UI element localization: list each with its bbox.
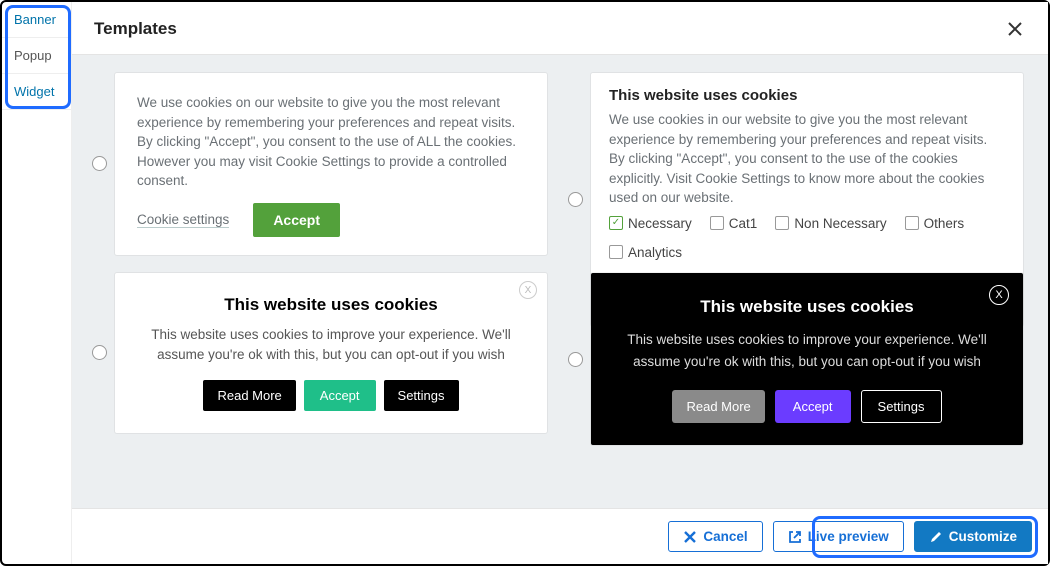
checkbox-icon — [710, 216, 724, 230]
read-more-button[interactable]: Read More — [203, 380, 295, 411]
template-body: This website uses cookies to improve you… — [611, 329, 1003, 372]
template-card-1[interactable]: We use cookies on our website to give yo… — [115, 73, 547, 255]
template-title: This website uses cookies — [133, 295, 529, 315]
category-cat1[interactable]: Cat1 — [710, 216, 758, 231]
customize-button[interactable]: Customize — [914, 521, 1032, 552]
accept-button[interactable]: Accept — [304, 380, 376, 411]
template-title: This website uses cookies — [611, 297, 1003, 317]
settings-button[interactable]: Settings — [861, 390, 942, 423]
category-non-necessary[interactable]: Non Necessary — [775, 216, 886, 231]
settings-button[interactable]: Settings — [384, 380, 459, 411]
category-necessary[interactable]: ✓ Necessary — [609, 216, 692, 231]
live-preview-button[interactable]: Live preview — [773, 521, 904, 552]
checkbox-icon — [905, 216, 919, 230]
template-body: We use cookies on our website to give yo… — [137, 93, 525, 191]
cookie-settings-link[interactable]: Cookie settings — [137, 212, 229, 228]
pencil-icon — [929, 530, 943, 544]
template-radio-2[interactable] — [568, 192, 583, 207]
template-radio-1[interactable] — [92, 156, 107, 171]
checkbox-icon — [775, 216, 789, 230]
close-icon[interactable]: X — [519, 281, 537, 299]
template-body: We use cookies in our website to give yo… — [609, 110, 1005, 208]
template-radio-4[interactable] — [568, 352, 583, 367]
checkbox-icon: ✓ — [609, 216, 623, 230]
close-icon — [683, 530, 697, 544]
template-title: This website uses cookies — [609, 87, 1005, 104]
close-icon — [1008, 22, 1022, 36]
page-title: Templates — [94, 19, 177, 39]
template-body: This website uses cookies to improve you… — [133, 325, 529, 366]
checkbox-icon — [609, 245, 623, 259]
category-others[interactable]: Others — [905, 216, 965, 231]
cancel-button[interactable]: Cancel — [668, 521, 762, 552]
close-icon[interactable]: X — [989, 285, 1009, 305]
accept-button[interactable]: Accept — [775, 390, 851, 423]
tab-widget[interactable]: Widget — [2, 74, 71, 110]
close-button[interactable] — [1004, 18, 1026, 40]
external-link-icon — [788, 530, 802, 544]
tab-banner[interactable]: Banner — [2, 2, 71, 38]
template-card-3[interactable]: X This website uses cookies This website… — [115, 273, 547, 433]
accept-button[interactable]: Accept — [253, 203, 340, 237]
tab-popup[interactable]: Popup — [2, 38, 71, 74]
category-analytics[interactable]: Analytics — [609, 245, 682, 260]
read-more-button[interactable]: Read More — [672, 390, 764, 423]
template-radio-3[interactable] — [92, 345, 107, 360]
template-card-4[interactable]: X This website uses cookies This website… — [591, 273, 1023, 445]
